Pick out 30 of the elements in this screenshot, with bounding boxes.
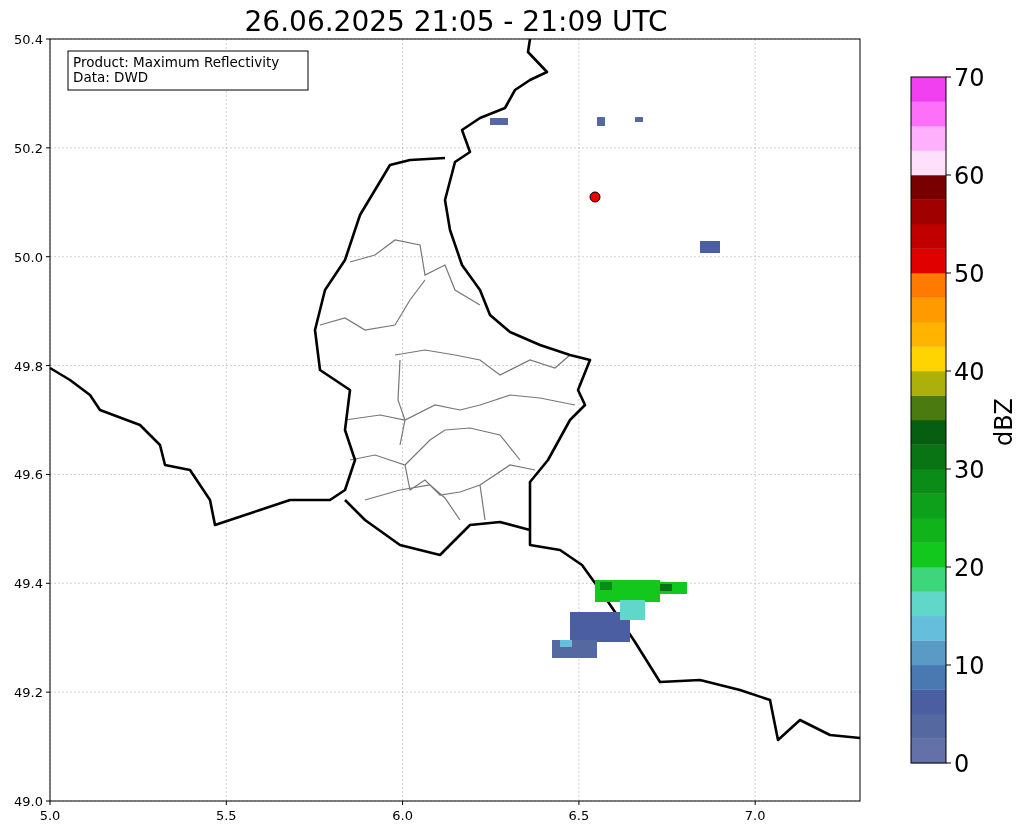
info-text: Data: DWD bbox=[73, 69, 149, 85]
colorbar-tick-label: 30 bbox=[954, 456, 985, 484]
colorbar-tick-label: 50 bbox=[954, 260, 985, 288]
radar-echo bbox=[700, 241, 720, 253]
colorbar-tick-label: 10 bbox=[954, 652, 985, 680]
axis-tick-label: 49.2 bbox=[14, 685, 43, 701]
axis-tick-label: 5.5 bbox=[215, 808, 237, 823]
axis-tick-label: 5.0 bbox=[39, 808, 61, 823]
axis-tick-label: 6.5 bbox=[568, 808, 590, 823]
colorbar-tick-label: 60 bbox=[954, 162, 985, 190]
axis-tick-label: 49.8 bbox=[14, 358, 43, 374]
axis-tick-label: 49.4 bbox=[14, 576, 43, 592]
axis-tick-label: 7.0 bbox=[744, 808, 766, 823]
colorbar-tick-label: 70 bbox=[954, 64, 985, 92]
axis-tick-label: 49.6 bbox=[14, 467, 43, 483]
axis-tick-label: 6.0 bbox=[392, 808, 413, 823]
axis-tick-label: 50.2 bbox=[14, 140, 43, 156]
axis-tick-label: 50.4 bbox=[14, 32, 43, 47]
colorbar-tick-label: 0 bbox=[954, 750, 970, 778]
axis-tick-label: 49.0 bbox=[14, 794, 43, 809]
chart-title: 26.06.2025 21:05 - 21:09 UTC bbox=[244, 5, 668, 38]
radar-echo bbox=[597, 117, 605, 126]
colorbar-label: dBZ bbox=[990, 397, 1018, 447]
radar-echo bbox=[635, 117, 643, 122]
radar-echo bbox=[490, 118, 508, 125]
colorbar-tick-label: 20 bbox=[954, 554, 985, 582]
axis-tick-label: 50.0 bbox=[14, 249, 43, 265]
info-text: Product: Maximum Reflectivity bbox=[73, 54, 280, 70]
location-marker bbox=[589, 191, 601, 203]
colorbar-tick-label: 40 bbox=[954, 358, 985, 386]
